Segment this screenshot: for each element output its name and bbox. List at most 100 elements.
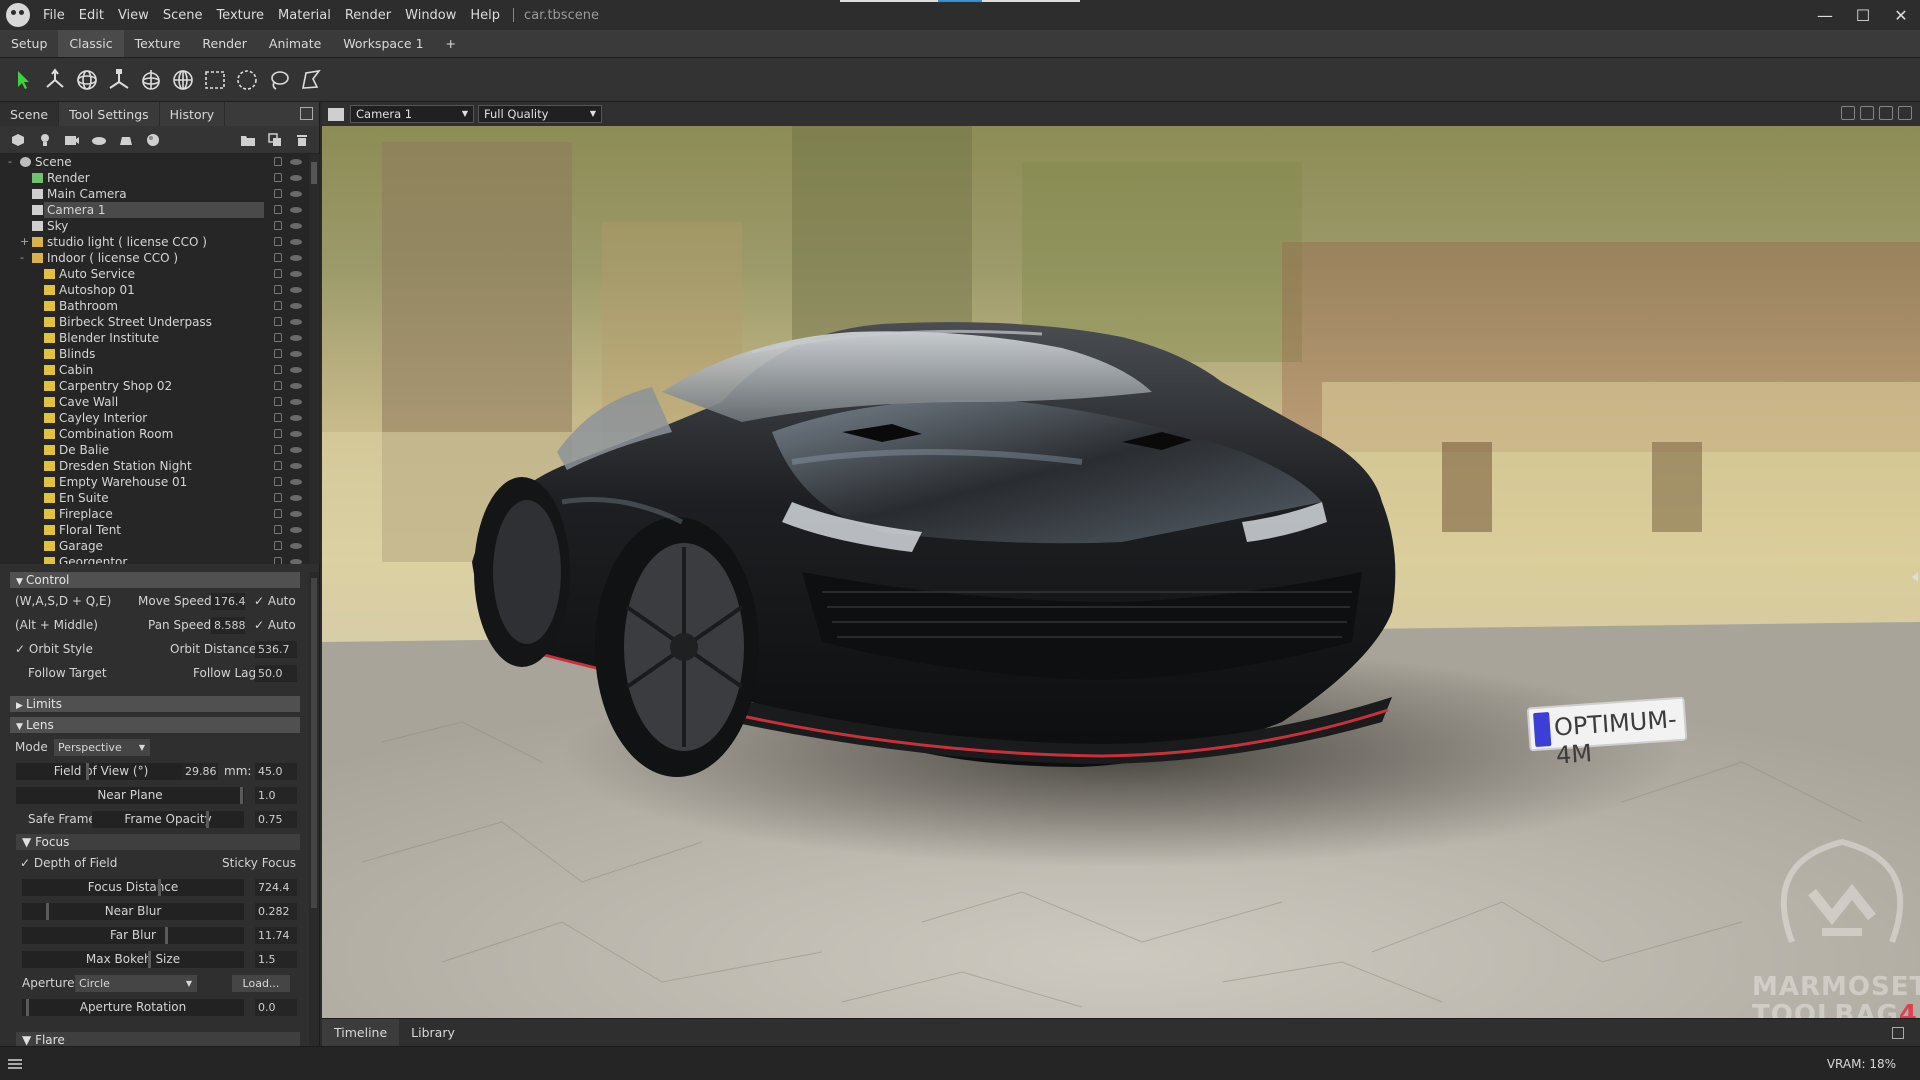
material-ball-icon[interactable] — [143, 130, 163, 150]
lock-icon[interactable] — [274, 157, 282, 166]
orbit-distance-input[interactable]: 536.7 — [255, 641, 297, 658]
frame-opacity-slider[interactable]: Frame Opacity — [92, 811, 244, 828]
properties-scrollbar[interactable] — [309, 572, 319, 1046]
tree-row[interactable]: En Suite — [0, 490, 320, 506]
visibility-eye-icon[interactable] — [290, 351, 302, 357]
cube-icon[interactable] — [8, 130, 28, 150]
far-blur-slider-knob[interactable] — [165, 927, 168, 944]
tree-row[interactable]: Cabin — [0, 362, 320, 378]
tree-expander-icon[interactable]: + — [20, 234, 29, 250]
tab-render[interactable]: Render — [191, 30, 258, 57]
mm-input[interactable]: 45.0 — [255, 763, 297, 780]
max-bokeh-input[interactable]: 1.5 — [255, 951, 297, 968]
camera-dropdown[interactable]: Camera 1 ▼ — [350, 105, 474, 123]
fov-slider-knob[interactable] — [86, 763, 89, 780]
depth-of-field-checkbox[interactable]: ✓ Depth of Field — [20, 856, 117, 870]
tab-library[interactable]: Library — [399, 1019, 467, 1046]
tree-expander-icon[interactable]: - — [20, 250, 24, 266]
tab-timeline[interactable]: Timeline — [322, 1019, 400, 1046]
lock-icon[interactable] — [274, 493, 282, 502]
rotate-gizmo-icon[interactable] — [72, 65, 102, 95]
frame-opacity-slider-knob[interactable] — [206, 811, 209, 828]
camera-icon[interactable] — [62, 130, 82, 150]
tab-setup[interactable]: Setup — [0, 30, 58, 57]
visibility-eye-icon[interactable] — [290, 191, 302, 197]
lock-icon[interactable] — [274, 221, 282, 230]
visibility-eye-icon[interactable] — [290, 543, 302, 549]
section-flare[interactable]: ▼ Flare — [16, 1032, 300, 1046]
tree-row[interactable]: - Scene — [0, 154, 320, 170]
tree-row[interactable]: Garage — [0, 538, 320, 554]
quality-dropdown[interactable]: Full Quality ▼ — [478, 105, 602, 123]
3d-viewport[interactable]: Camera 1 ▼ Full Quality ▼ OPTIMUM-4M MARMO… — [322, 102, 1920, 1018]
tree-row[interactable]: Fireplace — [0, 506, 320, 522]
section-control[interactable]: ▼ Control — [10, 572, 300, 588]
tree-row[interactable]: Main Camera — [0, 186, 320, 202]
follow-target-checkbox[interactable]: Follow Target — [28, 666, 107, 680]
aperture-dropdown[interactable]: Circle ▼ — [75, 975, 197, 992]
sticky-focus-checkbox[interactable]: Sticky Focus — [222, 856, 296, 870]
rect-select-icon[interactable] — [200, 65, 230, 95]
near-plane-slider[interactable]: Near Plane — [16, 787, 244, 804]
folder-icon[interactable] — [238, 130, 258, 150]
near-plane-input[interactable]: 1.0 — [255, 787, 297, 804]
aperture-load-button[interactable]: Load... — [232, 975, 290, 992]
lock-icon[interactable] — [274, 349, 282, 358]
tab-animate[interactable]: Animate — [258, 30, 332, 57]
tree-row[interactable]: Carpentry Shop 02 — [0, 378, 320, 394]
visibility-eye-icon[interactable] — [290, 511, 302, 517]
lock-icon[interactable] — [274, 541, 282, 550]
lock-icon[interactable] — [274, 525, 282, 534]
visibility-eye-icon[interactable] — [290, 463, 302, 469]
menu-view[interactable]: View — [111, 8, 156, 23]
lock-icon[interactable] — [274, 381, 282, 390]
camera-select-icon[interactable] — [328, 107, 344, 121]
tree-row[interactable]: Sky — [0, 218, 320, 234]
tree-scroll-thumb[interactable] — [311, 162, 317, 184]
poly-select-icon[interactable] — [296, 65, 326, 95]
visibility-eye-icon[interactable] — [290, 303, 302, 309]
menu-window[interactable]: Window — [398, 8, 463, 23]
delete-icon[interactable] — [292, 130, 312, 150]
visibility-eye-icon[interactable] — [290, 399, 302, 405]
lock-icon[interactable] — [274, 413, 282, 422]
lasso-select-icon[interactable] — [264, 65, 294, 95]
near-blur-slider[interactable]: Near Blur — [22, 903, 244, 920]
move-gizmo-icon[interactable] — [40, 65, 70, 95]
properties-scroll-thumb[interactable] — [311, 578, 317, 908]
circle-select-icon[interactable] — [232, 65, 262, 95]
visibility-eye-icon[interactable] — [290, 159, 302, 165]
menu-edit[interactable]: Edit — [72, 8, 111, 23]
menu-lines-icon[interactable] — [8, 1059, 22, 1069]
far-blur-slider[interactable]: Far Blur — [22, 927, 244, 944]
menu-help[interactable]: Help — [463, 8, 507, 23]
visibility-eye-icon[interactable] — [290, 255, 302, 261]
move-speed-input[interactable]: 176.4 — [211, 593, 246, 610]
scale-gizmo-icon[interactable] — [136, 65, 166, 95]
tab-scene[interactable]: Scene — [0, 102, 60, 126]
visibility-eye-icon[interactable] — [290, 527, 302, 533]
visibility-eye-icon[interactable] — [290, 367, 302, 373]
tree-row[interactable]: Empty Warehouse 01 — [0, 474, 320, 490]
tree-expander-icon[interactable]: - — [8, 154, 12, 170]
tree-row[interactable]: Georgentor — [0, 554, 320, 564]
app-logo-icon[interactable] — [6, 3, 30, 27]
tab-classic[interactable]: Classic — [58, 30, 124, 57]
orbit-style-checkbox[interactable]: ✓ Orbit Style — [15, 642, 93, 656]
visibility-eye-icon[interactable] — [290, 383, 302, 389]
focus-distance-input[interactable]: 724.4 — [255, 879, 297, 896]
tree-row[interactable]: Blinds — [0, 346, 320, 362]
visibility-eye-icon[interactable] — [290, 239, 302, 245]
lock-icon[interactable] — [274, 477, 282, 486]
tree-row[interactable]: Autoshop 01 — [0, 282, 320, 298]
pan-speed-auto-checkbox[interactable]: ✓ Auto — [254, 618, 296, 632]
visibility-eye-icon[interactable] — [290, 319, 302, 325]
tree-row[interactable]: + studio light ( license CCO ) — [0, 234, 320, 250]
frame-icon[interactable] — [1879, 106, 1893, 120]
sky-icon[interactable] — [89, 130, 109, 150]
lock-icon[interactable] — [274, 237, 282, 246]
menu-texture[interactable]: Texture — [209, 8, 271, 23]
max-bokeh-slider[interactable]: Max Bokeh Size — [22, 951, 244, 968]
visibility-eye-icon[interactable] — [290, 175, 302, 181]
close-button[interactable]: ✕ — [1882, 0, 1920, 30]
